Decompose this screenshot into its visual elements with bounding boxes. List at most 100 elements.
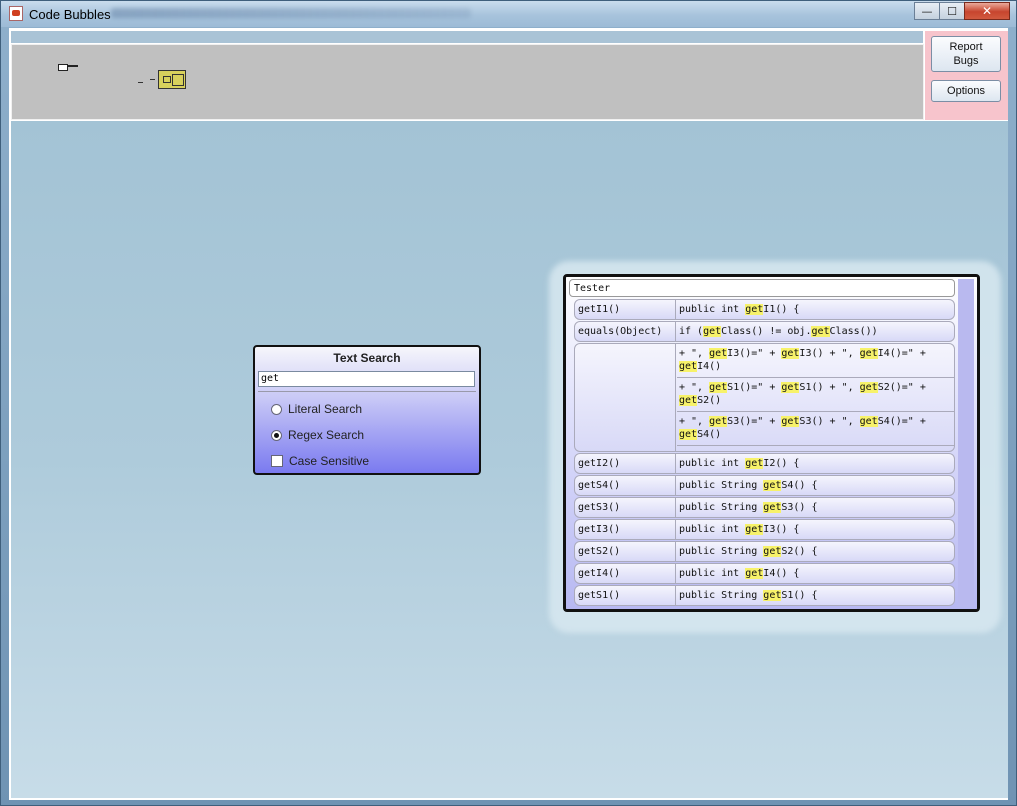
method-name[interactable]: equals(Object) [575,322,676,341]
method-name[interactable]: getI1() [575,300,676,319]
code-text: S1()=" + [727,382,782,393]
method-name[interactable]: getS2() [575,542,676,561]
match-highlight: get [679,395,698,406]
code-text: S2()=" + [877,382,932,393]
side-button-panel: Report Bugs Options [925,31,1008,120]
match-highlight: get [745,568,764,579]
result-row[interactable]: getS1() public String getS1() { [574,585,955,606]
method-name[interactable]: getI2() [575,454,676,473]
code-text: I1() { [763,304,800,315]
search-input[interactable]: get [258,371,475,387]
result-row[interactable]: getS2() public String getS2() { [574,541,955,562]
match-highlight: get [763,502,782,513]
match-highlight: get [859,416,878,427]
close-button[interactable]: ✕ [964,2,1010,20]
code-text: S1() { [781,590,818,601]
match-highlight: get [781,416,800,427]
result-row[interactable]: getI4() public int getI4() { [574,563,955,584]
maximize-button[interactable]: ☐ [939,2,965,20]
report-bugs-button[interactable]: Report Bugs [931,36,1001,72]
overview-viewport[interactable] [158,70,186,89]
literal-search-option[interactable]: Literal Search [271,402,362,416]
overview-bubble [172,74,184,86]
regex-search-option[interactable]: Regex Search [271,428,364,442]
code-text: if ( [679,326,704,337]
code-snippet[interactable]: public int getI1() { [677,300,954,319]
code-snippet-line[interactable]: + ", getI3()=" + getI3() + ", getI4()=" … [677,344,954,378]
code-snippet[interactable]: if (getClass() != obj.getClass()) [677,322,954,341]
code-snippet-line[interactable]: + ", getS3()=" + getS3() + ", getS4()=" … [677,412,954,446]
result-row[interactable]: getI1() public int getI1() { [574,299,955,320]
code-text: public String [679,480,764,491]
code-text: public int [679,304,746,315]
options-button[interactable]: Options [931,80,1001,102]
result-row[interactable]: equals(Object) if (getClass() != obj.getC… [574,321,955,342]
code-snippet[interactable]: public String getS2() { [677,542,954,561]
option-label: Case Sensitive [289,454,370,468]
match-highlight: get [703,326,722,337]
case-sensitive-option[interactable]: Case Sensitive [271,454,369,468]
radio-icon[interactable] [271,403,282,415]
code-text: public int [679,524,746,535]
match-highlight: get [709,348,728,359]
match-highlight: get [781,382,800,393]
result-row[interactable]: getI2() public int getI2() { [574,453,955,474]
result-row[interactable]: getI3() public int getI3() { [574,519,955,540]
result-row[interactable]: getS4() public String getS4() { [574,475,955,496]
code-text: I2() { [763,458,800,469]
match-highlight: get [745,524,764,535]
match-highlight: get [859,382,878,393]
result-row[interactable]: + ", getI3()=" + getI3() + ", getI4()=" … [574,343,955,452]
method-name[interactable]: getS1() [575,586,676,605]
method-name[interactable]: getS3() [575,498,676,517]
overview-panel[interactable] [11,44,924,120]
match-highlight: get [763,546,782,557]
bubble-workspace[interactable]: Text Search get Literal Search Regex Sea… [11,121,1008,798]
method-name[interactable] [575,344,676,451]
code-text: public String [679,502,764,513]
code-snippet[interactable]: public int getI4() { [677,564,954,583]
radio-selected-icon[interactable] [271,429,282,441]
code-text: S4()=" + [877,416,932,427]
method-name[interactable]: getI4() [575,564,676,583]
code-text: I3() + ", [799,348,860,359]
overview-bubble-small[interactable] [58,64,68,71]
title-bar[interactable]: Code Bubbles — ☐ ✕ [1,1,1016,27]
code-snippet-line[interactable]: + ", getS1()=" + getS1() + ", getS2()=" … [677,378,954,412]
code-text: Class() != obj. [721,326,812,337]
checkbox-icon[interactable] [271,455,283,467]
method-name[interactable]: getS4() [575,476,676,495]
code-text: S4() [697,429,722,440]
text-search-bubble[interactable]: Text Search get Literal Search Regex Sea… [253,345,481,475]
match-highlight: get [679,429,698,440]
code-snippet[interactable]: public String getS3() { [677,498,954,517]
match-highlight: get [745,458,764,469]
minimize-button[interactable]: — [914,2,940,20]
code-snippet[interactable]: + ", getI3()=" + getI3() + ", getI4()=" … [677,344,954,451]
code-text: public String [679,546,764,557]
code-snippet[interactable]: public String getS4() { [677,476,954,495]
match-highlight: get [679,361,698,372]
code-text: public int [679,568,746,579]
code-text: I3()=" + [727,348,782,359]
result-row[interactable]: getS3() public String getS3() { [574,497,955,518]
results-class-header[interactable]: Tester [569,279,955,297]
text-search-title: Text Search [333,351,401,365]
match-highlight: get [811,326,830,337]
method-name[interactable]: getI3() [575,520,676,539]
code-snippet[interactable]: public int getI2() { [677,454,954,473]
client-area: Report Bugs Options Text Search get Lite… [9,28,1008,800]
code-text: I4() [697,361,722,372]
code-snippet[interactable]: public String getS1() { [677,586,954,605]
match-highlight: get [745,304,764,315]
option-label: Literal Search [288,402,363,416]
search-results-bubble[interactable]: Tester getI1() public int getI1() {equals… [563,274,980,612]
option-label: Regex Search [288,428,365,442]
code-snippet[interactable]: public int getI3() { [677,520,954,539]
code-text: public int [679,458,746,469]
code-text: S3() + ", [799,416,860,427]
code-text: + ", [679,348,710,359]
match-highlight: get [781,348,800,359]
scrollbar[interactable] [958,279,974,607]
code-text: + ", [679,416,710,427]
